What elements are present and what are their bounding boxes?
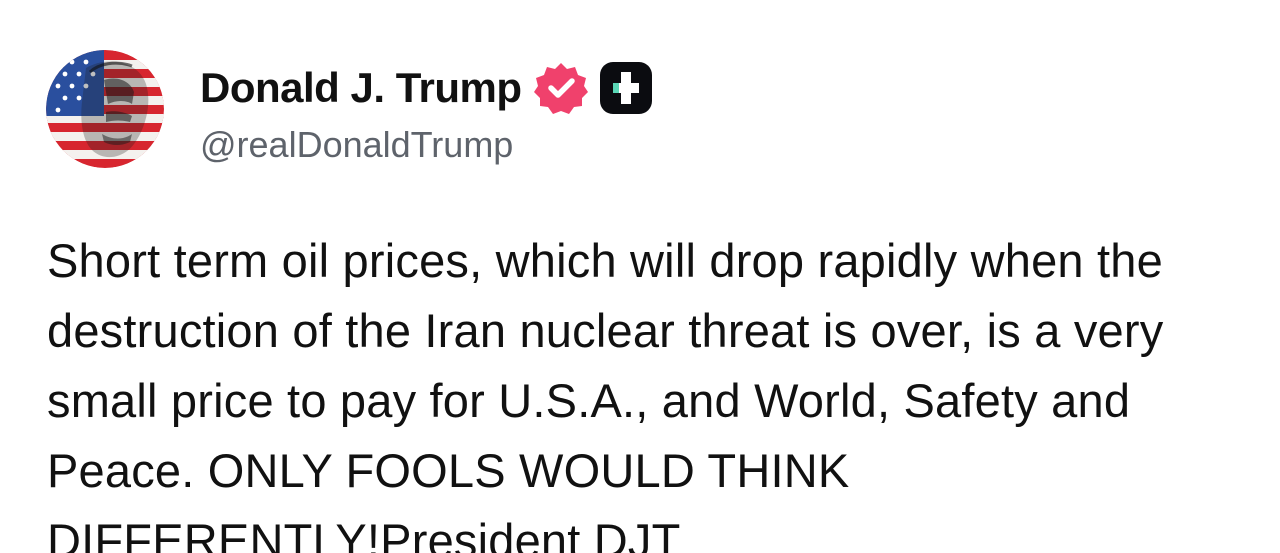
user-handle[interactable]: @realDonaldTrump	[200, 124, 652, 166]
post-card: Donald J. Trump @realDonaldTrump Short t…	[0, 0, 1280, 553]
post-text: Short term oil prices, which will drop r…	[47, 234, 1164, 553]
name-row: Donald J. Trump	[200, 60, 652, 116]
american-flag-portrait-avatar	[46, 50, 164, 168]
avatar[interactable]	[46, 50, 164, 168]
verified-badge-icon	[533, 61, 588, 115]
truth-social-logo-icon[interactable]	[599, 62, 652, 114]
post-header: Donald J. Trump @realDonaldTrump	[200, 60, 652, 166]
display-name[interactable]: Donald J. Trump	[200, 64, 522, 112]
